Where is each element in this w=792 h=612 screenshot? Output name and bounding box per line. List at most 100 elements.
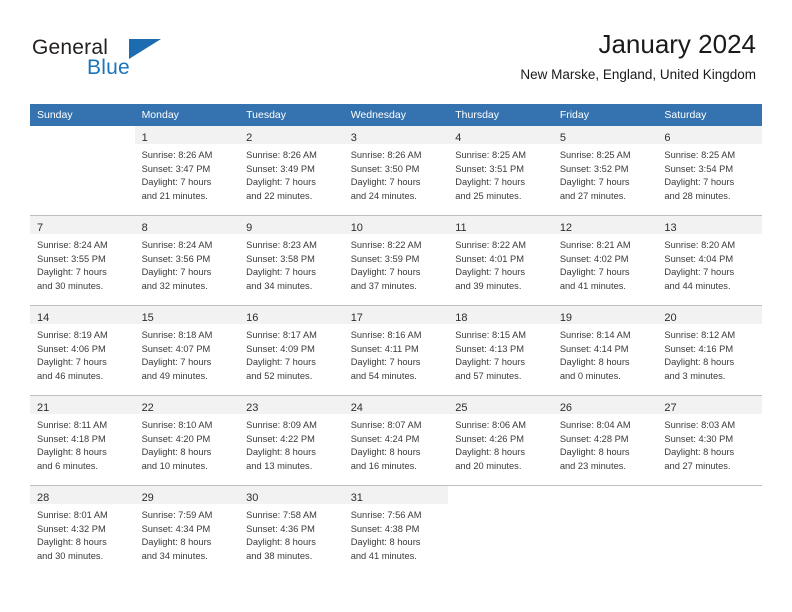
day-details: Sunrise: 8:23 AM Sunset: 3:58 PM Daylight:… [239, 234, 344, 293]
day-detail-line: Sunset: 4:38 PM [350, 523, 420, 534]
general-blue-logo[interactable]: General Blue [32, 36, 232, 88]
calendar-day-cell[interactable]: 26 Sunrise: 8:04 AM Sunset: 4:28 PM Dayligh… [552, 395, 658, 486]
weekday-header-tuesday: Tuesday [239, 104, 344, 126]
calendar-day-cell[interactable]: 8 Sunrise: 8:24 AM Sunset: 3:56 PM Daylight… [134, 215, 240, 306]
calendar-day-cell[interactable]: 21 Sunrise: 8:11 AM Sunset: 4:18 PM Dayligh… [30, 395, 135, 486]
calendar-day-cell[interactable]: 18 Sunrise: 8:15 AM Sunset: 4:13 PM Dayligh… [448, 305, 553, 396]
calendar-day-cell[interactable]: 24 Sunrise: 8:07 AM Sunset: 4:24 PM Dayligh… [343, 395, 449, 486]
calendar-day-cell[interactable]: 5 Sunrise: 8:25 AM Sunset: 3:52 PM Daylight… [552, 126, 658, 216]
day-cell-content: 19 Sunrise: 8:14 AM Sunset: 4:14 PM Dayligh… [552, 306, 658, 395]
calendar-day-cell[interactable]: 13 Sunrise: 8:20 AM Sunset: 4:04 PM Dayligh… [657, 215, 762, 306]
day-detail-line: and 3 minutes. [664, 370, 726, 381]
day-details: Sunrise: 8:15 AM Sunset: 4:13 PM Daylight:… [448, 324, 553, 383]
calendar-day-cell[interactable]: 25 Sunrise: 8:06 AM Sunset: 4:26 PM Dayligh… [448, 395, 553, 486]
calendar-day-cell[interactable]: 3 Sunrise: 8:26 AM Sunset: 3:50 PM Daylight… [343, 126, 449, 216]
day-number: 16 [246, 312, 259, 324]
day-cell-content [30, 126, 135, 215]
day-detail-line: and 44 minutes. [664, 280, 731, 291]
calendar-day-cell[interactable]: 19 Sunrise: 8:14 AM Sunset: 4:14 PM Dayligh… [552, 305, 658, 396]
day-number: 27 [664, 402, 677, 414]
day-detail-line: Sunrise: 8:19 AM [37, 330, 108, 340]
day-detail-line: Sunset: 3:52 PM [559, 163, 629, 174]
day-number-bar: 9 [239, 216, 344, 234]
calendar-day-cell[interactable]: 10 Sunrise: 8:22 AM Sunset: 3:59 PM Dayligh… [343, 215, 449, 306]
day-detail-line: Sunrise: 8:25 AM [664, 150, 736, 160]
calendar-day-cell[interactable]: 27 Sunrise: 8:03 AM Sunset: 4:30 PM Dayligh… [657, 395, 762, 486]
calendar-day-cell[interactable]: 6 Sunrise: 8:25 AM Sunset: 3:54 PM Daylight… [657, 126, 762, 216]
calendar-day-cell[interactable]: 12 Sunrise: 8:21 AM Sunset: 4:02 PM Dayligh… [552, 215, 658, 306]
day-number-bar: 26 [552, 396, 658, 414]
day-details: Sunrise: 8:25 AM Sunset: 3:51 PM Daylight:… [448, 144, 553, 203]
day-number-bar: 2 [239, 126, 344, 144]
day-detail-line: Daylight: 8 hours [455, 447, 526, 458]
calendar-day-cell[interactable]: 20 Sunrise: 8:12 AM Sunset: 4:16 PM Dayligh… [657, 305, 762, 396]
day-number: 18 [455, 312, 468, 324]
calendar-day-cell[interactable]: 15 Sunrise: 8:18 AM Sunset: 4:07 PM Dayligh… [134, 305, 240, 396]
day-cell-content: 17 Sunrise: 8:16 AM Sunset: 4:11 PM Dayligh… [343, 306, 449, 395]
day-detail-line: Daylight: 7 hours [141, 177, 212, 188]
calendar-day-cell[interactable]: 28 Sunrise: 8:01 AM Sunset: 4:32 PM Dayligh… [30, 485, 135, 575]
calendar-day-cell[interactable]: 23 Sunrise: 8:09 AM Sunset: 4:22 PM Dayligh… [239, 395, 344, 486]
day-details: Sunrise: 8:24 AM Sunset: 3:55 PM Daylight:… [30, 234, 135, 293]
day-number-bar: 13 [657, 216, 762, 234]
day-number-bar: 16 [239, 306, 344, 324]
day-cell-content: 7 Sunrise: 8:24 AM Sunset: 3:55 PM Daylight… [30, 216, 135, 305]
calendar-day-cell[interactable]: 2 Sunrise: 8:26 AM Sunset: 3:49 PM Daylight… [239, 126, 344, 216]
day-detail-line: Daylight: 7 hours [141, 357, 212, 368]
day-cell-content: 29 Sunrise: 7:59 AM Sunset: 4:34 PM Dayligh… [134, 486, 240, 575]
day-details: Sunrise: 8:04 AM Sunset: 4:28 PM Daylight:… [553, 414, 658, 473]
calendar-day-cell[interactable]: 11 Sunrise: 8:22 AM Sunset: 4:01 PM Dayligh… [448, 215, 553, 306]
day-detail-line: Sunset: 4:36 PM [246, 523, 315, 534]
day-detail-line: and 22 minutes. [246, 190, 313, 201]
day-number: 22 [141, 402, 154, 414]
day-details: Sunrise: 8:07 AM Sunset: 4:24 PM Daylight:… [344, 414, 449, 473]
day-detail-line: Sunset: 4:09 PM [246, 343, 315, 354]
day-detail-line: and 27 minutes. [664, 460, 731, 471]
calendar-day-cell[interactable]: 14 Sunrise: 8:19 AM Sunset: 4:06 PM Dayligh… [30, 305, 135, 396]
calendar-body: 1 Sunrise: 8:26 AM Sunset: 3:47 PM Daylight… [30, 126, 762, 575]
day-details: Sunrise: 8:21 AM Sunset: 4:02 PM Daylight:… [553, 234, 658, 293]
day-number-bar: 20 [657, 306, 762, 324]
day-details: Sunrise: 7:59 AM Sunset: 4:34 PM Daylight:… [135, 504, 240, 563]
calendar-day-cell[interactable]: 7 Sunrise: 8:24 AM Sunset: 3:55 PM Daylight… [30, 215, 135, 306]
calendar-day-cell[interactable]: 29 Sunrise: 7:59 AM Sunset: 4:34 PM Dayligh… [134, 485, 240, 575]
calendar-day-cell[interactable]: 4 Sunrise: 8:25 AM Sunset: 3:51 PM Daylight… [448, 126, 553, 216]
day-number-bar [553, 486, 658, 504]
day-detail-line: Sunset: 3:47 PM [141, 163, 211, 174]
day-number: 31 [350, 492, 363, 504]
day-detail-line: Daylight: 7 hours [455, 357, 526, 368]
day-detail-line: Sunrise: 7:56 AM [350, 510, 422, 520]
day-cell-content [553, 486, 658, 575]
day-detail-line: Daylight: 8 hours [246, 447, 316, 458]
weekday-header-wednesday: Wednesday [343, 104, 449, 126]
calendar-day-cell[interactable]: 1 Sunrise: 8:26 AM Sunset: 3:47 PM Daylight… [134, 126, 240, 216]
calendar-header-row: Sunday Monday Tuesday Wednesday Thursday… [30, 104, 762, 126]
day-detail-line: and 24 minutes. [350, 190, 417, 201]
calendar-day-cell[interactable]: 9 Sunrise: 8:23 AM Sunset: 3:58 PM Daylight… [239, 215, 344, 306]
day-cell-content: 18 Sunrise: 8:15 AM Sunset: 4:13 PM Dayligh… [448, 306, 553, 395]
day-detail-line: Daylight: 7 hours [559, 177, 630, 188]
calendar-day-cell[interactable]: 31 Sunrise: 7:56 AM Sunset: 4:38 PM Dayligh… [343, 485, 449, 575]
calendar-day-cell[interactable]: 30 Sunrise: 7:58 AM Sunset: 4:36 PM Dayligh… [239, 485, 344, 575]
day-details: Sunrise: 7:56 AM Sunset: 4:38 PM Daylight:… [344, 504, 449, 563]
day-number: 8 [141, 222, 148, 234]
day-detail-line: Sunrise: 8:03 AM [664, 420, 736, 430]
day-details: Sunrise: 8:06 AM Sunset: 4:26 PM Daylight:… [448, 414, 553, 473]
day-detail-line: Daylight: 7 hours [664, 177, 735, 188]
day-detail-line: Daylight: 8 hours [246, 537, 316, 548]
day-number-bar: 24 [343, 396, 449, 414]
day-detail-line: and 16 minutes. [350, 460, 417, 471]
day-number: 10 [350, 222, 363, 234]
day-detail-line: Sunset: 4:11 PM [350, 343, 419, 354]
calendar-day-cell[interactable]: 22 Sunrise: 8:10 AM Sunset: 4:20 PM Dayligh… [134, 395, 240, 486]
day-number: 5 [559, 132, 566, 144]
day-cell-content: 13 Sunrise: 8:20 AM Sunset: 4:04 PM Dayligh… [657, 216, 762, 305]
day-detail-line: Daylight: 7 hours [141, 267, 212, 278]
day-cell-content: 28 Sunrise: 8:01 AM Sunset: 4:32 PM Dayligh… [30, 486, 135, 575]
calendar-day-cell[interactable]: 17 Sunrise: 8:16 AM Sunset: 4:11 PM Dayligh… [343, 305, 449, 396]
day-cell-content: 11 Sunrise: 8:22 AM Sunset: 4:01 PM Dayligh… [448, 216, 553, 305]
day-number-bar [30, 126, 135, 144]
weekday-header-friday: Friday [552, 104, 658, 126]
calendar-day-cell[interactable]: 16 Sunrise: 8:17 AM Sunset: 4:09 PM Dayligh… [239, 305, 344, 396]
day-cell-content: 25 Sunrise: 8:06 AM Sunset: 4:26 PM Dayligh… [448, 396, 553, 485]
